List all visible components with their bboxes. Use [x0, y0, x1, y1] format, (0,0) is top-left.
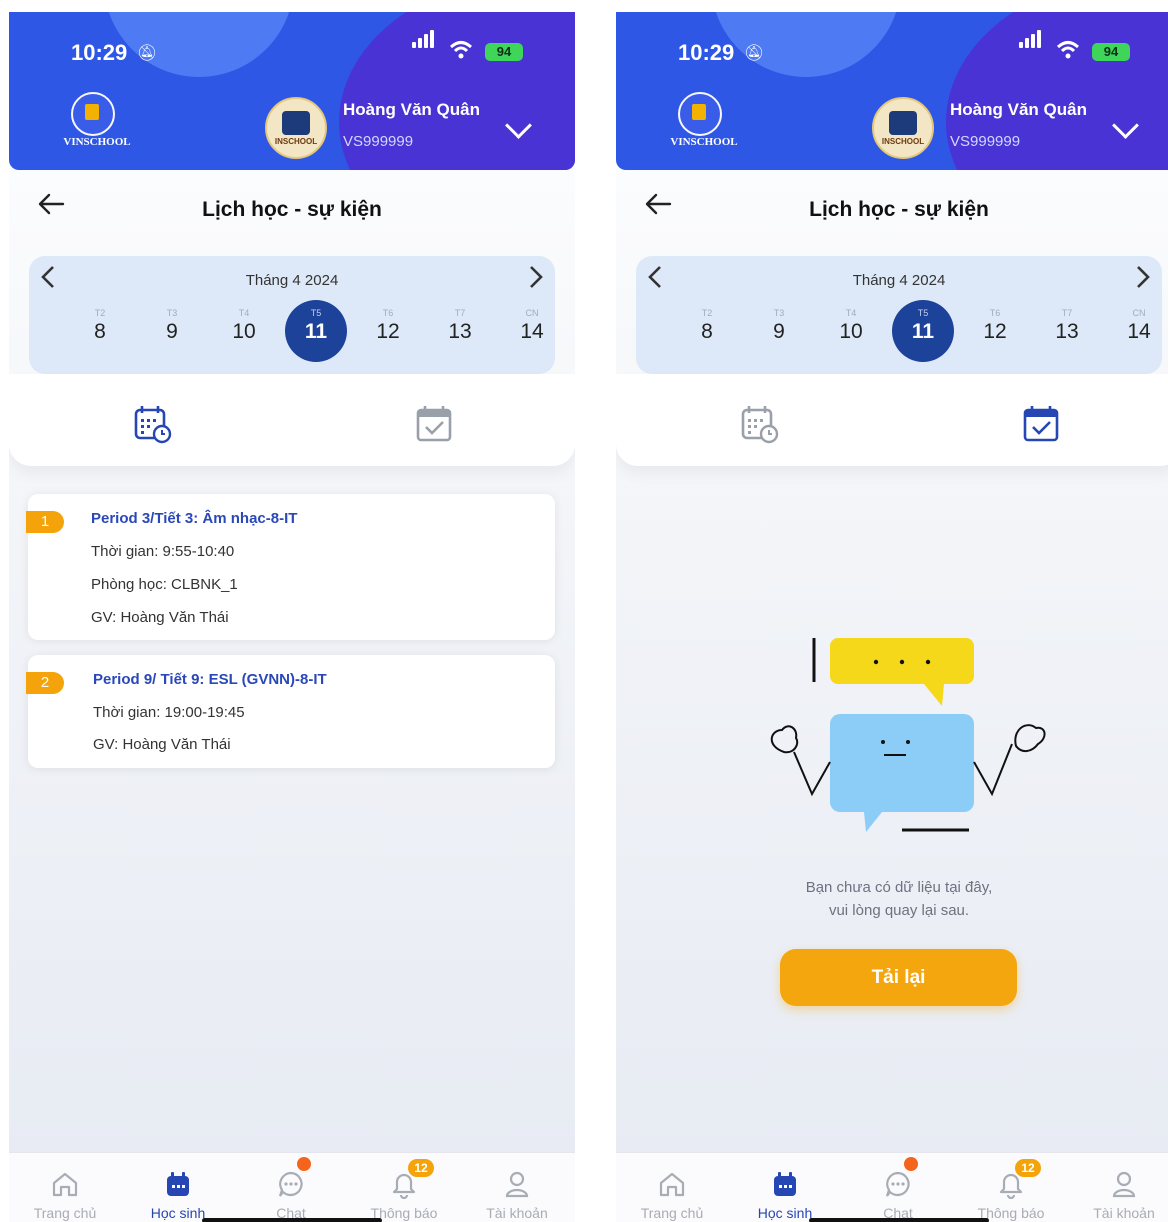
day-wed[interactable]: T4 10 — [820, 300, 882, 362]
period-index-badge: 1 — [26, 511, 64, 533]
reload-button[interactable]: Tải lại — [780, 949, 1017, 1006]
home-indicator — [202, 1218, 382, 1222]
school-logo: VINSCHOOL — [664, 92, 744, 158]
student-avatar[interactable]: INSCHOOL — [265, 97, 327, 159]
nav-home[interactable]: Trang chủ — [9, 1169, 121, 1221]
period-title: Period 3/Tiết 3: Âm nhạc-8-IT — [91, 510, 298, 527]
day-sat[interactable]: T7 13 — [429, 300, 491, 362]
battery-indicator: 94 — [1092, 43, 1130, 61]
day-mon[interactable]: T2 8 — [69, 300, 131, 362]
day-tue[interactable]: T3 9 — [748, 300, 810, 362]
page-navbar: Lịch học - sự kiện — [616, 170, 1168, 240]
student-calendar-icon — [122, 1169, 234, 1199]
app-header: 10:29 🔕︎ 94 VINSCHOOL INSCHOOL Hoàng Văn… — [9, 12, 575, 170]
nav-notifications[interactable]: 12 Thông báo — [955, 1159, 1067, 1221]
nav-notifications[interactable]: 12 Thông báo — [348, 1159, 460, 1221]
student-name: Hoàng Văn Quân — [343, 100, 480, 119]
chat-icon — [235, 1169, 347, 1199]
day-tue[interactable]: T3 9 — [141, 300, 203, 362]
unread-dot — [297, 1157, 311, 1171]
student-id: VS999999 — [343, 133, 414, 150]
period-teacher: GV: Hoàng Văn Thái — [93, 736, 231, 753]
wifi-icon — [1056, 40, 1080, 66]
bottom-nav: Trang chủ Học sinh Chat 12 Thông báo Tài… — [9, 1152, 575, 1222]
calendar-schedule-icon[interactable] — [740, 404, 780, 449]
period-title: Period 9/ Tiết 9: ESL (GVNN)-8-IT — [93, 671, 327, 688]
phone-screen-schedule: 10:29 🔕︎ 94 VINSCHOOL INSCHOOL Hoàng Văn… — [9, 12, 575, 1222]
student-name: Hoàng Văn Quân — [950, 100, 1087, 119]
nav-student[interactable]: Học sinh — [122, 1169, 234, 1221]
period-teacher: GV: Hoàng Văn Thái — [91, 609, 229, 626]
day-thu-selected[interactable]: T5 11 — [892, 300, 954, 362]
day-mon[interactable]: T2 8 — [676, 300, 738, 362]
account-icon — [1068, 1169, 1168, 1199]
wifi-icon — [449, 40, 473, 66]
view-tabs — [9, 374, 575, 466]
student-calendar-icon — [729, 1169, 841, 1199]
day-wed[interactable]: T4 10 — [213, 300, 275, 362]
week-calendar: Tháng 4 2024 T2 8 T3 9 T4 10 T5 11 T6 12 T7 13… — [29, 256, 555, 374]
battery-indicator: 94 — [485, 43, 523, 61]
period-time: Thời gian: 19:00-19:45 — [93, 704, 245, 721]
chat-icon — [842, 1169, 954, 1199]
status-time: 10:29 — [71, 40, 128, 65]
phone-screen-events: 10:29 🔕︎ 94 VINSCHOOL INSCHOOL Hoàng Văn… — [616, 12, 1168, 1222]
day-sun[interactable]: CN 14 — [1108, 300, 1168, 362]
nav-chat[interactable]: Chat — [842, 1157, 954, 1221]
student-avatar[interactable]: INSCHOOL — [872, 97, 934, 159]
calendar-check-icon[interactable] — [415, 404, 455, 449]
month-label: Tháng 4 2024 — [245, 272, 339, 289]
bell-icon — [955, 1169, 1067, 1199]
day-sat[interactable]: T7 13 — [1036, 300, 1098, 362]
empty-state-illustration — [744, 634, 1054, 839]
period-time: Thời gian: 9:55-10:40 — [91, 543, 235, 560]
day-thu-selected[interactable]: T5 11 — [285, 300, 347, 362]
notification-count-badge: 12 — [1015, 1159, 1041, 1177]
account-icon — [461, 1169, 573, 1199]
home-icon — [9, 1169, 121, 1199]
page-title: Lịch học - sự kiện — [809, 198, 989, 221]
schedule-card[interactable]: 1 Period 3/Tiết 3: Âm nhạc-8-IT Thời gia… — [26, 494, 555, 640]
app-header: 10:29 🔕︎ 94 VINSCHOOL INSCHOOL Hoàng Văn… — [616, 12, 1168, 170]
nav-home[interactable]: Trang chủ — [616, 1169, 728, 1221]
nav-account[interactable]: Tài khoản — [461, 1169, 573, 1221]
calendar-schedule-icon[interactable] — [133, 404, 173, 449]
day-fri[interactable]: T6 12 — [964, 300, 1026, 362]
nav-student[interactable]: Học sinh — [729, 1169, 841, 1221]
page-title: Lịch học - sự kiện — [202, 198, 382, 221]
unread-dot — [904, 1157, 918, 1171]
view-tabs — [616, 374, 1168, 466]
home-indicator — [809, 1218, 989, 1222]
calendar-check-icon[interactable] — [1022, 404, 1062, 449]
mute-bell-icon: 🔕︎ — [744, 45, 765, 62]
bottom-nav: Trang chủ Học sinh Chat 12 Thông báo Tài… — [616, 1152, 1168, 1222]
nav-chat[interactable]: Chat — [235, 1157, 347, 1221]
home-icon — [616, 1169, 728, 1199]
school-logo: VINSCHOOL — [57, 92, 137, 158]
week-calendar: Tháng 4 2024 T2 8 T3 9 T4 10 T5 11 T6 12 T7 13… — [636, 256, 1162, 374]
period-index-badge: 2 — [26, 672, 64, 694]
month-label: Tháng 4 2024 — [852, 272, 946, 289]
schedule-card[interactable]: 2 Period 9/ Tiết 9: ESL (GVNN)-8-IT Thời… — [26, 655, 555, 768]
day-fri[interactable]: T6 12 — [357, 300, 419, 362]
empty-state-message: Bạn chưa có dữ liệu tại đây, vui lòng qu… — [805, 879, 993, 919]
bell-icon — [348, 1169, 460, 1199]
page-navbar: Lịch học - sự kiện — [9, 170, 575, 240]
day-sun[interactable]: CN 14 — [501, 300, 563, 362]
period-room: Phòng học: CLBNK_1 — [91, 576, 238, 593]
notification-count-badge: 12 — [408, 1159, 434, 1177]
status-time: 10:29 — [678, 40, 735, 65]
student-id: VS999999 — [950, 133, 1021, 150]
nav-account[interactable]: Tài khoản — [1068, 1169, 1168, 1221]
mute-bell-icon: 🔕︎ — [137, 45, 158, 62]
